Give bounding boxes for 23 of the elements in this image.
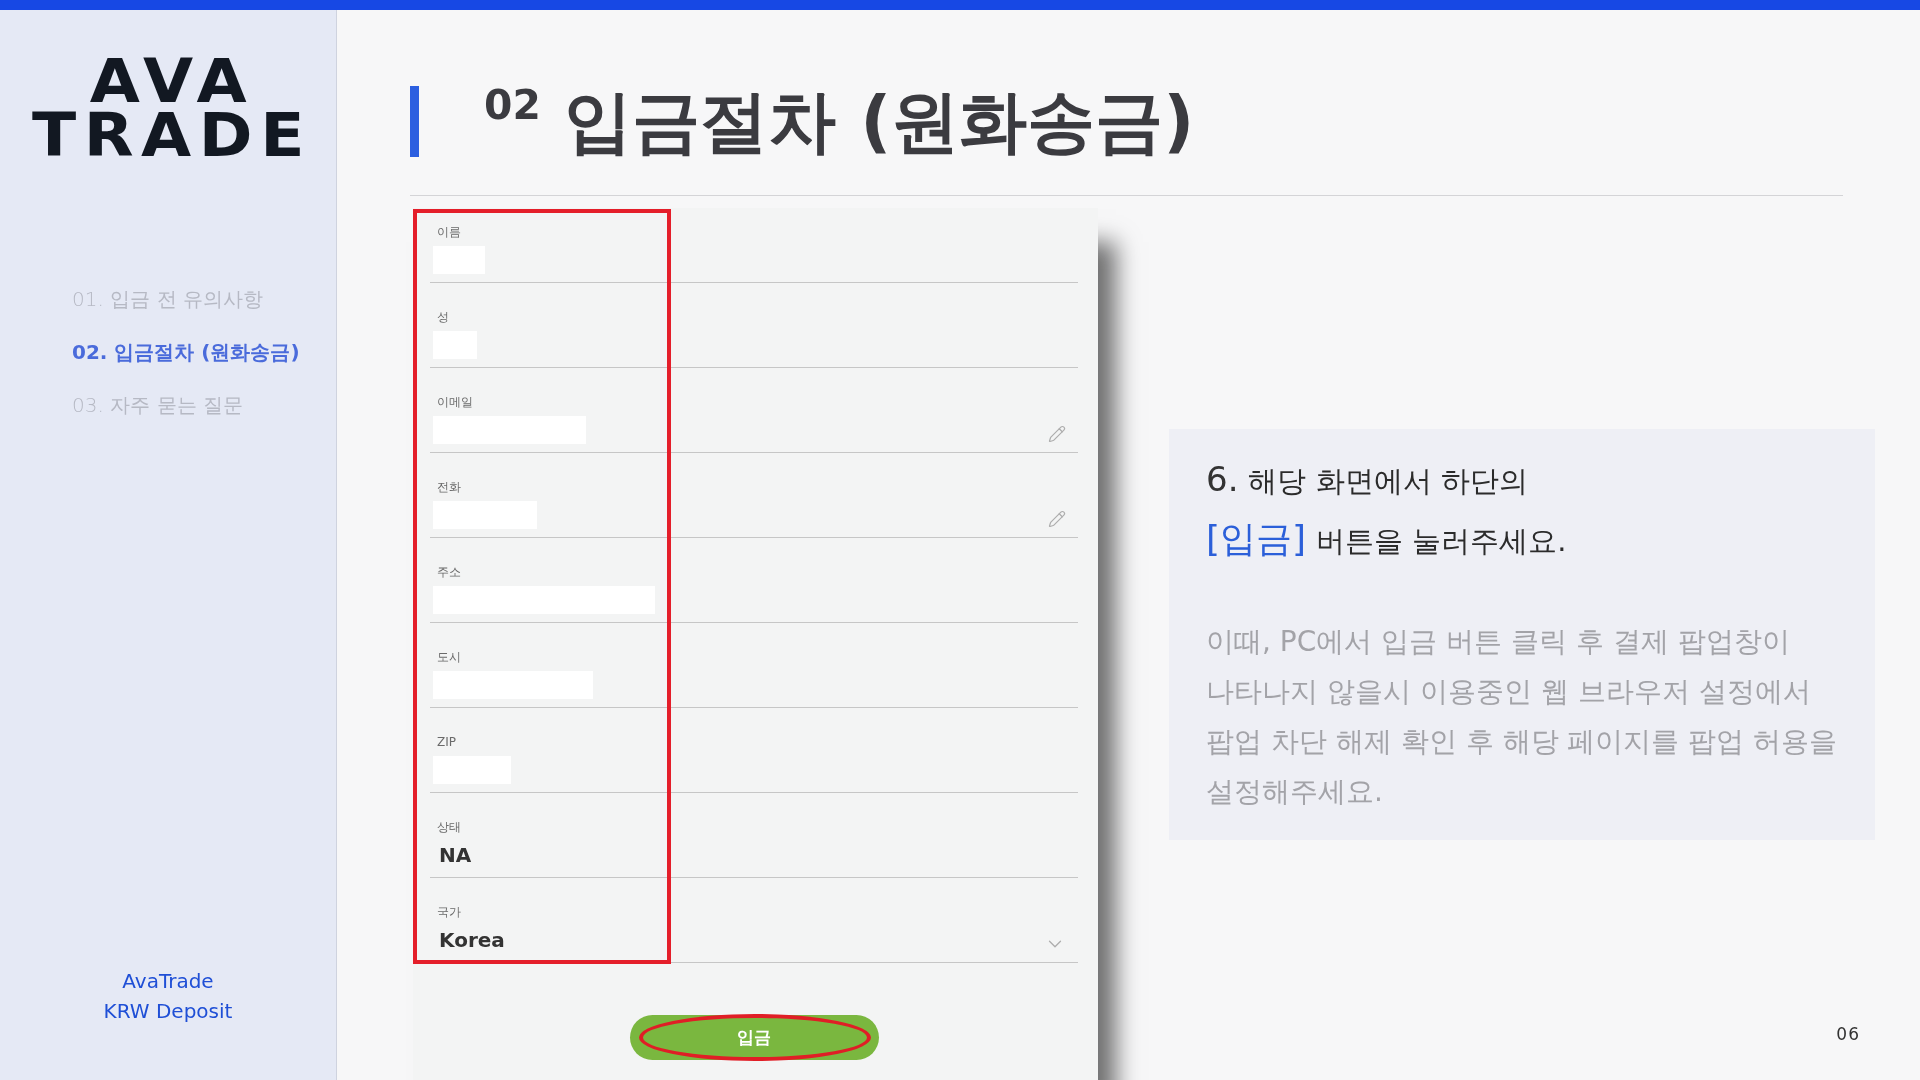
footer-subtitle: KRW Deposit — [103, 998, 233, 1025]
instruction-text: 버튼을 눌러주세요. — [1316, 523, 1567, 560]
field-label: ZIP — [436, 734, 456, 750]
field-label: 이메일 — [436, 394, 473, 410]
field-label: 도시 — [436, 649, 461, 665]
nav-item[interactable]: 02. 입금절차 (원화송금) — [72, 326, 300, 379]
footer-brand: AvaTrade — [122, 968, 214, 995]
field-label: 상태 — [436, 819, 461, 835]
logo: AVA TRADE — [30, 54, 312, 162]
accent-bar — [410, 86, 419, 157]
field-label: 이름 — [436, 224, 461, 240]
instruction-text: 해당 화면에서 하단의 — [1248, 463, 1528, 500]
page-title: $^{02}$ 입금절차 (원화송금) — [484, 87, 1195, 156]
field-label: 주소 — [436, 564, 461, 580]
field-label: 성 — [436, 309, 449, 325]
step-number: 6. — [1206, 458, 1239, 501]
field-label: 전화 — [436, 479, 461, 495]
button-reference: [입금] — [1206, 517, 1307, 561]
field-label: 국가 — [436, 904, 461, 920]
note-text: 이때, PC에서 입금 버튼 클릭 후 결제 팝업창이 나타나지 않을시 이용중인 웹 브라우저 설정에서 팝업 차단 해제 확인 후 해당 페이지를 팝업 허용을 설정해주세요. — [1206, 624, 1839, 810]
input-field[interactable]: NA — [430, 835, 1078, 878]
select-field[interactable]: Korea — [430, 920, 1078, 963]
page-number: 06 — [1836, 1024, 1860, 1044]
